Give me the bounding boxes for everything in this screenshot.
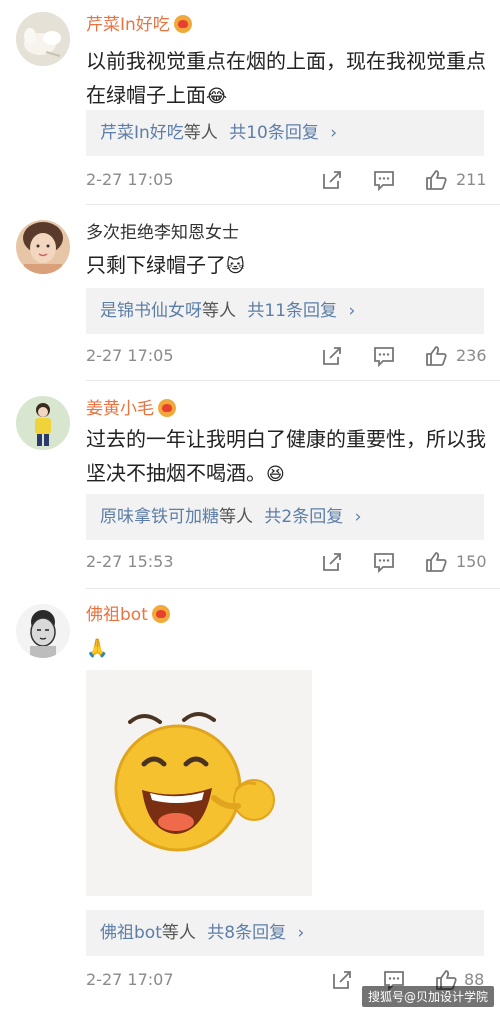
reply-summary[interactable]: 原味拿铁可加糖等人 共2条回复 › [86, 494, 484, 540]
username[interactable]: 芹菜In好吃 [86, 14, 192, 36]
divider [86, 380, 500, 381]
watermark: 搜狐号@贝加设计学院 [361, 986, 494, 1007]
divider [86, 588, 500, 589]
chevron-right-icon: › [330, 123, 338, 143]
comment-text: 过去的一年让我明白了健康的重要性，所以我坚决不抽烟不喝酒。😆 [86, 422, 486, 492]
like-count: 150 [456, 552, 487, 571]
emoji: 😂 [206, 86, 228, 107]
username[interactable]: 多次拒绝李知恩女士 [86, 222, 239, 244]
like-icon[interactable] [424, 344, 448, 368]
divider [86, 204, 500, 205]
emoji: 🙏 [86, 638, 109, 659]
comment-icon[interactable] [372, 168, 396, 192]
comment-item-2: 多次拒绝李知恩女士 只剩下绿帽子了🐱 是锦书仙女呀等人 共11条回复 › 2-2… [0, 206, 500, 382]
comment-icon[interactable] [372, 344, 396, 368]
comment-image[interactable] [86, 670, 312, 896]
emoji: 🐱 [226, 256, 245, 277]
comment-footer: 2-27 17:05 211 [86, 166, 500, 194]
chevron-right-icon: › [354, 507, 362, 527]
username[interactable]: 佛祖bot [86, 604, 170, 626]
reply-summary[interactable]: 佛祖bot等人 共8条回复 › [86, 910, 484, 956]
emoji: 😆 [266, 464, 285, 485]
avatar[interactable] [16, 396, 70, 450]
comment-footer: 2-27 15:53 150 [86, 548, 500, 576]
comment-icon[interactable] [372, 550, 396, 574]
like-count: 236 [456, 346, 487, 365]
like-icon[interactable] [424, 550, 448, 574]
comment-text: 🙏 [86, 630, 486, 666]
timestamp: 2-27 17:07 [86, 970, 174, 989]
comment-text: 以前我视觉重点在烟的上面，现在我视觉重点在绿帽子上面😂 [86, 44, 486, 114]
comment-footer: 2-27 17:05 236 [86, 342, 500, 370]
avatar[interactable] [16, 12, 70, 66]
share-icon[interactable] [320, 344, 344, 368]
comment-item-1: 芹菜In好吃 以前我视觉重点在烟的上面，现在我视觉重点在绿帽子上面😂 芹菜In好… [0, 0, 500, 200]
avatar[interactable] [16, 220, 70, 274]
share-icon[interactable] [320, 550, 344, 574]
share-icon[interactable] [330, 968, 354, 992]
comment-item-3: 姜黄小毛 过去的一年让我明白了健康的重要性，所以我坚决不抽烟不喝酒。😆 原味拿铁… [0, 382, 500, 588]
timestamp: 2-27 15:53 [86, 552, 174, 571]
like-count: 211 [456, 170, 487, 189]
username[interactable]: 姜黄小毛 [86, 398, 176, 420]
timestamp: 2-27 17:05 [86, 346, 174, 365]
reply-summary[interactable]: 是锦书仙女呀等人 共11条回复 › [86, 288, 484, 334]
vip-badge-icon [151, 605, 170, 623]
timestamp: 2-27 17:05 [86, 170, 174, 189]
vip-badge-icon [173, 15, 192, 33]
like-icon[interactable] [424, 168, 448, 192]
comment-text: 只剩下绿帽子了🐱 [86, 248, 486, 284]
vip-badge-icon [158, 399, 176, 417]
share-icon[interactable] [320, 168, 344, 192]
avatar[interactable] [16, 604, 70, 658]
reply-summary[interactable]: 芹菜In好吃等人 共10条回复 › [86, 110, 484, 156]
chevron-right-icon: › [348, 301, 356, 321]
chevron-right-icon: › [297, 923, 305, 943]
